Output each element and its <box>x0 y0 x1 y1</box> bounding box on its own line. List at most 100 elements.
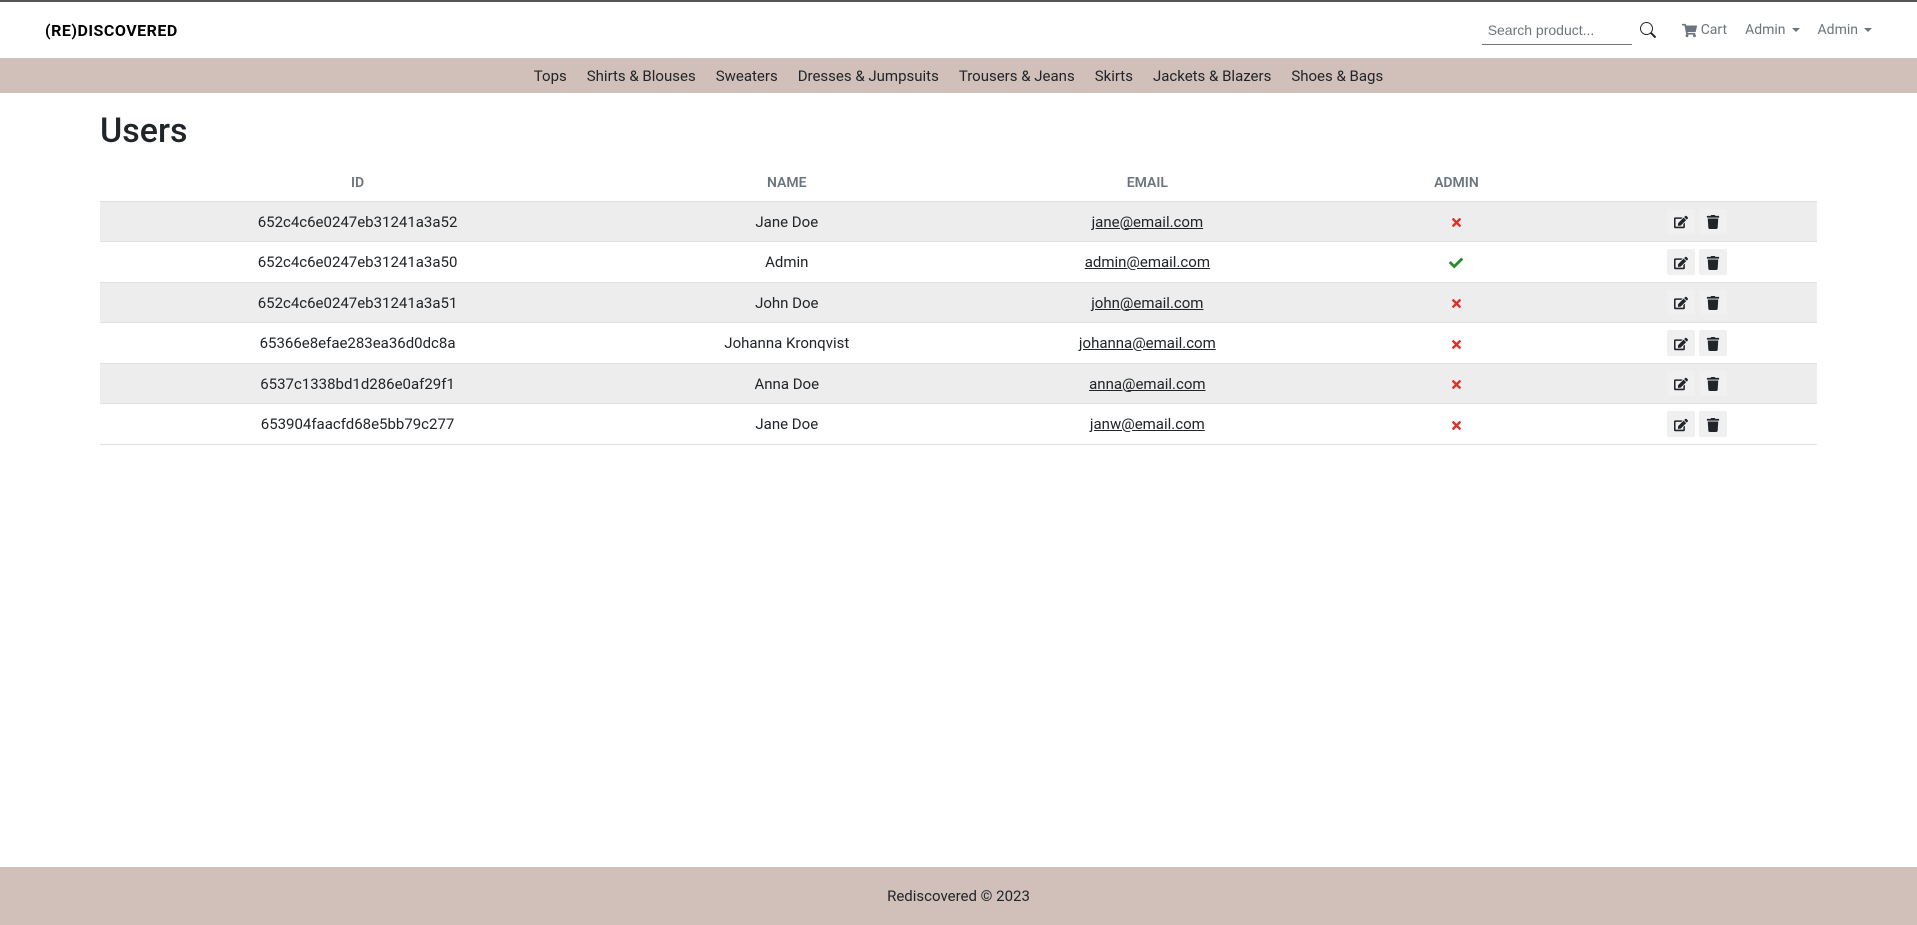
email-link[interactable]: anna@email.com <box>1089 375 1205 393</box>
table-header-row: ID NAME EMAIL ADMIN <box>100 165 1817 202</box>
cell-email: john@email.com <box>958 282 1336 322</box>
cell-admin <box>1336 323 1576 363</box>
trash-icon <box>1706 254 1720 269</box>
admin-dropdown-1[interactable]: Admin <box>1745 22 1799 38</box>
cell-name: John Doe <box>615 282 958 322</box>
chevron-down-icon <box>1792 28 1800 32</box>
chevron-down-icon <box>1864 28 1872 32</box>
main-content: Users ID NAME EMAIL ADMIN 652c4c6e0247eb… <box>0 93 1917 867</box>
trash-icon <box>1706 335 1720 350</box>
search-wrapper <box>1482 16 1664 45</box>
cell-name: Admin <box>615 242 958 282</box>
category-link[interactable]: Dresses & Jumpsuits <box>788 67 949 85</box>
cart-label: Cart <box>1701 22 1727 38</box>
cell-admin <box>1336 404 1576 444</box>
site-header: (RE)DISCOVERED Cart Admin Admin <box>0 2 1917 58</box>
cell-id: 652c4c6e0247eb31241a3a51 <box>100 282 615 322</box>
times-icon <box>1450 415 1463 433</box>
cell-email: johanna@email.com <box>958 323 1336 363</box>
page-title: Users <box>100 111 1817 151</box>
delete-button[interactable] <box>1699 371 1727 396</box>
admin-label-2: Admin <box>1818 22 1858 38</box>
cell-id: 6537c1338bd1d286e0af29f1 <box>100 363 615 403</box>
category-link[interactable]: Shirts & Blouses <box>577 67 706 85</box>
email-link[interactable]: johanna@email.com <box>1079 334 1216 352</box>
admin-label-1: Admin <box>1745 22 1785 38</box>
table-row: 652c4c6e0247eb31241a3a51John Doe john@ema… <box>100 282 1817 322</box>
cell-admin <box>1336 242 1576 282</box>
cell-actions <box>1577 404 1817 444</box>
delete-button[interactable] <box>1699 249 1727 274</box>
email-link[interactable]: admin@email.com <box>1085 253 1210 271</box>
cell-admin <box>1336 282 1576 322</box>
cell-id: 653904faacfd68e5bb79c277 <box>100 404 615 444</box>
table-row: 65366e8efae283ea36d0dc8aJohanna Kronqvis… <box>100 323 1817 363</box>
cart-link[interactable]: Cart <box>1682 22 1727 38</box>
cell-admin <box>1336 202 1576 242</box>
trash-icon <box>1706 376 1720 391</box>
cell-name: Anna Doe <box>615 363 958 403</box>
cell-name: Jane Doe <box>615 202 958 242</box>
delete-button[interactable] <box>1699 209 1727 234</box>
users-table: ID NAME EMAIL ADMIN 652c4c6e0247eb31241a… <box>100 165 1817 445</box>
edit-button[interactable] <box>1667 371 1695 396</box>
email-link[interactable]: john@email.com <box>1091 294 1203 312</box>
table-row: 6537c1338bd1d286e0af29f1Anna Doe anna@ema… <box>100 363 1817 403</box>
cell-email: admin@email.com <box>958 242 1336 282</box>
category-link[interactable]: Shoes & Bags <box>1281 67 1393 85</box>
trash-icon <box>1706 214 1720 229</box>
cell-email: anna@email.com <box>958 363 1336 403</box>
delete-button[interactable] <box>1699 330 1727 355</box>
times-icon <box>1450 375 1463 393</box>
category-link[interactable]: Trousers & Jeans <box>949 67 1085 85</box>
times-icon <box>1450 294 1463 312</box>
edit-icon <box>1674 416 1688 431</box>
delete-button[interactable] <box>1699 290 1727 315</box>
brand-logo[interactable]: (RE)DISCOVERED <box>45 21 178 40</box>
admin-dropdown-2[interactable]: Admin <box>1818 22 1872 38</box>
email-link[interactable]: jane@email.com <box>1092 213 1204 231</box>
edit-button[interactable] <box>1667 209 1695 234</box>
search-icon <box>1640 22 1656 37</box>
cell-id: 65366e8efae283ea36d0dc8a <box>100 323 615 363</box>
cell-name: Jane Doe <box>615 404 958 444</box>
edit-button[interactable] <box>1667 249 1695 274</box>
category-link[interactable]: Jackets & Blazers <box>1143 67 1281 85</box>
col-name: NAME <box>615 165 958 202</box>
trash-icon <box>1706 416 1720 431</box>
search-button[interactable] <box>1632 18 1664 42</box>
col-id: ID <box>100 165 615 202</box>
edit-icon <box>1674 254 1688 269</box>
footer-text: Rediscovered © 2023 <box>887 887 1030 905</box>
cart-icon <box>1682 22 1697 38</box>
category-link[interactable]: Skirts <box>1085 67 1143 85</box>
cell-id: 652c4c6e0247eb31241a3a52 <box>100 202 615 242</box>
times-icon <box>1450 213 1463 231</box>
col-actions <box>1577 165 1817 202</box>
check-icon <box>1449 253 1463 271</box>
cell-email: jane@email.com <box>958 202 1336 242</box>
email-link[interactable]: janw@email.com <box>1090 415 1205 433</box>
edit-button[interactable] <box>1667 411 1695 436</box>
table-row: 652c4c6e0247eb31241a3a52Jane Doe jane@ema… <box>100 202 1817 242</box>
trash-icon <box>1706 295 1720 310</box>
delete-button[interactable] <box>1699 411 1727 436</box>
cell-actions <box>1577 282 1817 322</box>
search-input[interactable] <box>1482 16 1632 45</box>
times-icon <box>1450 334 1463 352</box>
edit-icon <box>1674 214 1688 229</box>
col-email: EMAIL <box>958 165 1336 202</box>
category-link[interactable]: Sweaters <box>706 67 788 85</box>
edit-icon <box>1674 295 1688 310</box>
edit-icon <box>1674 335 1688 350</box>
cell-id: 652c4c6e0247eb31241a3a50 <box>100 242 615 282</box>
cell-actions <box>1577 242 1817 282</box>
edit-button[interactable] <box>1667 290 1695 315</box>
cell-actions <box>1577 363 1817 403</box>
category-link[interactable]: Tops <box>524 67 577 85</box>
edit-button[interactable] <box>1667 330 1695 355</box>
header-right: Cart Admin Admin <box>1482 16 1872 45</box>
col-admin: ADMIN <box>1336 165 1576 202</box>
cell-name: Johanna Kronqvist <box>615 323 958 363</box>
cell-actions <box>1577 323 1817 363</box>
